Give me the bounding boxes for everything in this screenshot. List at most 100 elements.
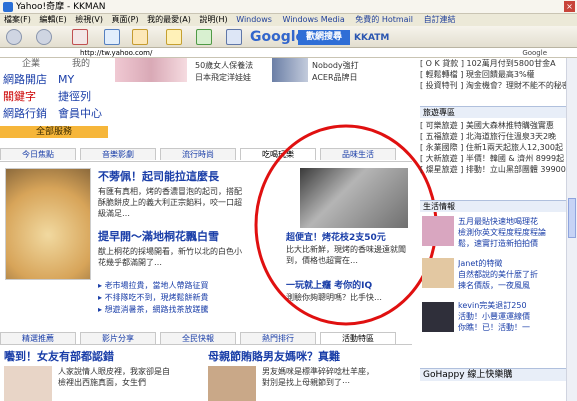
life-item-5[interactable]: 自然都說的美什麼了折 bbox=[458, 269, 566, 280]
services-cut-2[interactable]: 我的 bbox=[72, 58, 90, 69]
top-ad-2[interactable]: 日本飛定洋娃娃 bbox=[195, 72, 253, 84]
back-icon[interactable] bbox=[6, 29, 22, 45]
menu-page[interactable]: 頁面(P) bbox=[112, 15, 139, 24]
services-panel: 企業 我的 網路開店 關鍵字 網路行銷 MY 捷徑列 會員中心 全部服務 bbox=[0, 58, 110, 140]
services-cut-1[interactable]: 企業 bbox=[22, 58, 40, 69]
travel-title: 旅遊專區 bbox=[423, 108, 455, 117]
refresh-icon[interactable] bbox=[104, 29, 120, 45]
feature-title-2[interactable]: 提早開～滿地桐花飄白雪 bbox=[98, 230, 248, 244]
service-item-shortcut[interactable]: 捷徑列 bbox=[58, 89, 91, 104]
life-item-1[interactable]: 五月最貼快速地喝理花 bbox=[458, 216, 566, 227]
window-title: Yahoo!奇摩 - KKMAN bbox=[16, 2, 106, 12]
menu-file[interactable]: 檔案(F) bbox=[4, 15, 31, 24]
gohappy-link[interactable]: GoHappy 線上快樂購 bbox=[423, 370, 512, 380]
service-item-member[interactable]: 會員中心 bbox=[58, 106, 102, 121]
bottom-news-right-text: 母親節賄賂男友媽咪？真難 bbox=[208, 350, 340, 363]
service-item-my[interactable]: MY bbox=[58, 72, 74, 87]
travel-item-4[interactable]: [ 大新旅遊 ] 半價！韓國 & 濟州 8999起 bbox=[420, 153, 566, 164]
feature-image-pizza[interactable] bbox=[5, 168, 91, 280]
feature-link-1[interactable]: ▸ 老市場拉貴，當地人帶路征買 bbox=[98, 280, 248, 292]
tab-today[interactable]: 今日焦點 bbox=[0, 148, 76, 160]
life-item-8[interactable]: 活動！小豐運運線價 bbox=[458, 311, 566, 322]
life-item-7[interactable]: kevin完美退訂250 bbox=[458, 300, 566, 311]
tab-events[interactable]: 活動特區 bbox=[320, 332, 396, 344]
all-services-button[interactable]: 全部服務 bbox=[0, 126, 108, 138]
gohappy-header: GoHappy 線上快樂購 bbox=[420, 368, 566, 381]
scrollbar[interactable] bbox=[566, 58, 577, 401]
search-button[interactable]: 歡網搜尋 bbox=[298, 30, 350, 45]
link-windows-media[interactable]: Windows Media bbox=[282, 15, 344, 24]
right-top-1[interactable]: [ O K 貸款 ] 102萬月付到5800甘金A bbox=[420, 58, 566, 69]
tab-recommend[interactable]: 精選推薦 bbox=[0, 332, 76, 344]
travel-item-2[interactable]: [ 五福旅遊 ] 北海道旅行住溫泉3天2晚 bbox=[420, 131, 566, 142]
life-item-6[interactable]: 揀名價版，一夜風風 bbox=[458, 280, 566, 291]
life-item-4[interactable]: Janet的特徵 bbox=[458, 258, 566, 269]
bottom-tabs: 精選推薦 影片分享 全民快報 熱門排行 活動特區 bbox=[0, 332, 412, 345]
scrollbar-thumb[interactable] bbox=[568, 198, 576, 238]
toolbar: Google 歡網搜尋 KKATM bbox=[0, 26, 577, 48]
menu-favorites[interactable]: 我的最愛(A) bbox=[147, 15, 191, 24]
feature-links: ▸ 老市場拉貴，當地人帶路征買 ▸ 不排隊吃不到，現烤鬆餅新貴 ▸ 想遊消暑茶，… bbox=[98, 280, 248, 316]
promo-image-2[interactable] bbox=[272, 58, 308, 82]
tab-hot[interactable]: 熱門排行 bbox=[240, 332, 316, 344]
cube-icon[interactable] bbox=[226, 29, 242, 45]
service-item-1[interactable]: 網路開店 bbox=[3, 72, 47, 87]
annotation-ellipse bbox=[254, 124, 438, 326]
right-top-3[interactable]: [ 投資特刊 ] 淘金機會？理財不能不的秘密 bbox=[420, 80, 566, 91]
top-ad-4[interactable]: ACER品牌日 bbox=[312, 72, 359, 84]
top-ad-3[interactable]: Nobody強打 bbox=[312, 60, 359, 72]
link-hotmail[interactable]: 免費的 Hotmail bbox=[355, 15, 413, 24]
tab-news[interactable]: 全民快報 bbox=[160, 332, 236, 344]
feature-link-3[interactable]: ▸ 想遊消暑茶，網路找茶放蹉騰 bbox=[98, 304, 248, 316]
travel-item-3[interactable]: [ 永業國際 ] 住新1兩天起旅人12,300起 bbox=[420, 142, 566, 153]
home-icon[interactable] bbox=[132, 29, 148, 45]
feature-title-1[interactable]: 不蒡佩！起司能拉這麼長 bbox=[98, 170, 248, 184]
tab-fashion[interactable]: 流行時尚 bbox=[160, 148, 236, 160]
google-logo[interactable]: Google bbox=[250, 29, 305, 45]
life-item-2[interactable]: 檢測你英文程度程度程論 bbox=[458, 227, 566, 238]
feature-link-2-text: 不排隊吃不到，現烤鬆餅新貴 bbox=[104, 293, 209, 302]
life-thumb-2[interactable] bbox=[422, 258, 454, 288]
bottom-news-right-image[interactable] bbox=[208, 366, 256, 401]
service-item-2[interactable]: 關鍵字 bbox=[3, 89, 36, 104]
travel-item-5[interactable]: [ 燦星旅遊 ] 排動！立山黑部團體 39900起 bbox=[420, 164, 566, 175]
top-ads-col1: 50歲女人保養法 日本飛定洋娃娃 bbox=[195, 60, 253, 84]
feature-title-2-text: 提早開～滿地桐花飄白雪 bbox=[98, 230, 219, 243]
kkatm-button[interactable]: KKATM bbox=[354, 32, 389, 44]
top-ad-1[interactable]: 50歲女人保養法 bbox=[195, 60, 253, 72]
bottom-news-right-title[interactable]: 母親節賄賂男友媽咪？真難 bbox=[208, 350, 340, 364]
menu-help[interactable]: 說明(H) bbox=[199, 15, 227, 24]
menu-edit[interactable]: 編輯(E) bbox=[39, 15, 66, 24]
top-ads-col2: Nobody強打 ACER品牌日 bbox=[312, 60, 359, 84]
address-input[interactable]: http://tw.yahoo.com/ bbox=[80, 49, 152, 57]
bottom-news-left-image[interactable] bbox=[4, 366, 52, 401]
life-thumb-1[interactable] bbox=[422, 216, 454, 246]
life-thumb-3[interactable] bbox=[422, 302, 454, 332]
favorites-icon[interactable] bbox=[166, 29, 182, 45]
stop-icon[interactable] bbox=[72, 29, 88, 45]
feature-link-2[interactable]: ▸ 不排隊吃不到，現烤鬆餅新貴 bbox=[98, 292, 248, 304]
bottom-news-right-desc-2: 對別是找上母親節到了⋯ bbox=[262, 378, 350, 387]
feature-desc-1: 有匯有真相，烤的香濃冒泡的起司，搭配酥脆餅皮上的義大利正宗餡料，咬一口超級滿足… bbox=[98, 187, 242, 218]
feature-title-1-text: 不蒡佩！起司能拉這麼長 bbox=[98, 170, 219, 183]
menu-view[interactable]: 檢視(V) bbox=[75, 15, 103, 24]
bottom-news-left-desc-1: 人家說情人眼皮裡，我家卻是自 bbox=[58, 367, 170, 376]
life-item-3[interactable]: 鬆，速實打造新拍拍價 bbox=[458, 238, 566, 249]
right-top-list: [ O K 貸款 ] 102萬月付到5800甘金A [ 輕鬆轉檔 ] 現金回饋最… bbox=[420, 58, 566, 91]
life-list: 五月最貼快速地喝理花 檢測你英文程度程度程論 鬆，速實打造新拍拍價 Janet的… bbox=[458, 216, 566, 333]
tab-music[interactable]: 音樂影劇 bbox=[80, 148, 156, 160]
tab-video[interactable]: 影片分享 bbox=[80, 332, 156, 344]
forward-icon[interactable] bbox=[36, 29, 52, 45]
close-icon[interactable]: × bbox=[564, 1, 575, 12]
link-custom[interactable]: 自訂連結 bbox=[424, 15, 456, 24]
plugin-icon[interactable] bbox=[196, 29, 212, 45]
service-item-3[interactable]: 網路行銷 bbox=[3, 106, 47, 121]
link-windows[interactable]: Windows bbox=[236, 15, 272, 24]
right-top-2[interactable]: [ 輕鬆轉檔 ] 現金回饋最高3%權 bbox=[420, 69, 566, 80]
life-item-9[interactable]: 你瞧！已！活動！一 bbox=[458, 322, 566, 333]
search-engine-label[interactable]: Google bbox=[522, 48, 547, 57]
promo-image-1[interactable] bbox=[115, 58, 187, 82]
travel-item-1[interactable]: [ 可樂旅遊 ] 美國大森林推特購強實惠 bbox=[420, 120, 566, 131]
address-bar[interactable]: http://tw.yahoo.com/ Google bbox=[0, 48, 577, 58]
bottom-news-left-title[interactable]: 囈到！女友有部都認錯 bbox=[4, 350, 114, 364]
